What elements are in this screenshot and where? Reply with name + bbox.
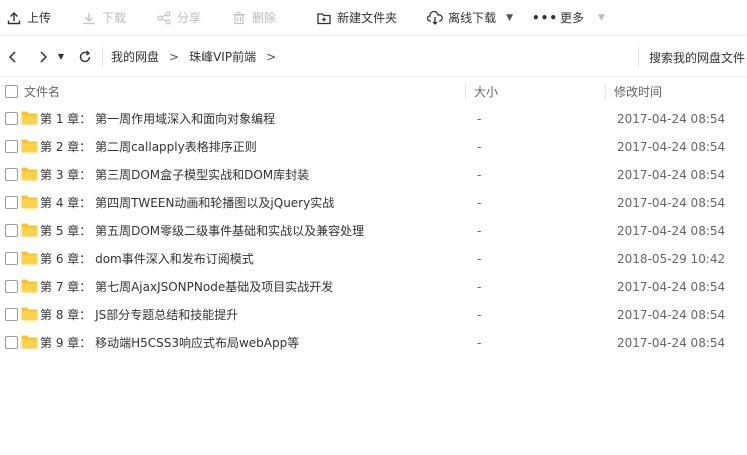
download-button[interactable]: 下载 <box>75 0 132 36</box>
file-name[interactable]: 第 4 章： 第四周TWEEN动画和轮播图以及jQuery实战 <box>40 189 334 217</box>
file-modified-time: 2017-04-24 08:54 <box>617 224 726 238</box>
folder-icon <box>21 279 38 293</box>
breadcrumb-arrow-icon: > <box>169 49 180 64</box>
file-modified-time: 2017-04-24 08:54 <box>617 112 726 126</box>
search-files-button[interactable]: 搜索我的网盘文件 <box>649 49 745 66</box>
file-modified-time: 2017-04-24 08:54 <box>617 336 726 350</box>
navigation-bar: ▼ 我的网盘 > 珠峰VIP前端 > 搜索我的网盘文件 <box>0 37 747 77</box>
share-icon <box>156 10 172 26</box>
file-modified-time: 2017-04-24 08:54 <box>617 140 726 154</box>
file-name[interactable]: 第 6 章： dom事件深入和发布订阅模式 <box>40 245 254 273</box>
file-name[interactable]: 第 1 章： 第一周作用域深入和面向对象编程 <box>40 105 275 133</box>
row-checkbox[interactable] <box>5 196 18 209</box>
more-label: 更多 <box>560 11 585 25</box>
column-divider[interactable] <box>605 84 606 99</box>
folder-icon <box>21 195 38 209</box>
share-label: 分享 <box>177 11 202 25</box>
more-button[interactable]: ••• 更多 ▼ <box>531 0 611 36</box>
trash-icon <box>231 10 247 26</box>
offline-download-label: 离线下载 <box>448 11 497 25</box>
file-size: - <box>477 252 482 266</box>
breadcrumb-root[interactable]: 我的网盘 <box>111 48 159 65</box>
history-dropdown-icon[interactable]: ▼ <box>54 46 68 68</box>
forward-icon[interactable] <box>32 46 54 68</box>
file-name[interactable]: 第 9 章： 移动端H5CSS3响应式布局webApp等 <box>40 329 299 357</box>
file-modified-time: 2017-04-24 08:54 <box>617 308 726 322</box>
back-icon[interactable] <box>2 46 24 68</box>
file-row[interactable]: 第 3 章： 第三周DOM盒子模型实战和DOM库封装 - 2017-04-24 08… <box>0 161 747 189</box>
column-name-header[interactable]: 文件名 <box>24 78 60 105</box>
row-checkbox[interactable] <box>5 168 18 181</box>
download-label: 下载 <box>102 11 127 25</box>
file-row[interactable]: 第 2 章： 第二周callapply表格排序正则 - 2017-04-24 08:… <box>0 133 747 161</box>
chevron-down-icon: ▼ <box>506 12 514 23</box>
delete-label: 删除 <box>252 11 277 25</box>
breadcrumb-current[interactable]: 珠峰VIP前端 <box>189 48 256 65</box>
share-button[interactable]: 分享 <box>150 0 207 36</box>
new-folder-button[interactable]: 新建文件夹 <box>310 0 403 36</box>
file-name[interactable]: 第 3 章： 第三周DOM盒子模型实战和DOM库封装 <box>40 161 309 189</box>
row-checkbox[interactable] <box>5 224 18 237</box>
file-row[interactable]: 第 4 章： 第四周TWEEN动画和轮播图以及jQuery实战 - 2017-04-… <box>0 189 747 217</box>
row-checkbox[interactable] <box>5 140 18 153</box>
file-name[interactable]: 第 8 章： JS部分专题总结和技能提升 <box>40 301 238 329</box>
chevron-down-icon: ▼ <box>598 12 605 23</box>
upload-label: 上传 <box>27 11 52 25</box>
cloud-download-icon <box>427 10 443 26</box>
file-size: - <box>477 112 482 126</box>
folder-icon <box>21 223 38 237</box>
file-row[interactable]: 第 9 章： 移动端H5CSS3响应式布局webApp等 - 2017-04-24 … <box>0 329 747 357</box>
file-size: - <box>477 140 482 154</box>
refresh-icon[interactable] <box>74 46 96 68</box>
row-checkbox[interactable] <box>5 336 18 349</box>
column-divider[interactable] <box>465 84 466 99</box>
column-modified-header[interactable]: 修改时间 <box>614 78 662 105</box>
new-folder-label: 新建文件夹 <box>337 11 398 25</box>
file-list-header: 文件名 大小 修改时间 <box>0 78 747 105</box>
folder-icon <box>21 111 38 125</box>
toolbar: 上传 下载 分享 删除 新建文件夹 离线下载 ▼ ••• 更多 ▼ <box>0 0 747 36</box>
row-checkbox[interactable] <box>5 280 18 293</box>
delete-button[interactable]: 删除 <box>225 0 282 36</box>
download-icon <box>81 10 97 26</box>
folder-icon <box>21 251 38 265</box>
folder-icon <box>21 139 38 153</box>
new-folder-icon <box>316 10 332 26</box>
offline-download-button[interactable]: 离线下载 ▼ <box>421 0 519 36</box>
file-row[interactable]: 第 1 章： 第一周作用域深入和面向对象编程 - 2017-04-24 08:54 <box>0 105 747 133</box>
file-modified-time: 2017-04-24 08:54 <box>617 280 726 294</box>
breadcrumb-arrow-icon[interactable]: > <box>266 50 276 64</box>
select-all-checkbox[interactable] <box>5 85 18 98</box>
file-size: - <box>477 168 482 182</box>
divider <box>637 47 639 67</box>
row-checkbox[interactable] <box>5 252 18 265</box>
file-size: - <box>477 336 482 350</box>
folder-icon <box>21 307 38 321</box>
file-modified-time: 2017-04-24 08:54 <box>617 168 726 182</box>
file-row[interactable]: 第 8 章： JS部分专题总结和技能提升 - 2017-04-24 08:54 <box>0 301 747 329</box>
folder-icon <box>21 335 38 349</box>
file-name[interactable]: 第 5 章： 第五周DOM零级二级事件基础和实战以及兼容处理 <box>40 217 364 245</box>
file-size: - <box>477 224 482 238</box>
file-size: - <box>477 280 482 294</box>
upload-icon <box>6 10 22 26</box>
file-row[interactable]: 第 7 章： 第七周AjaxJSONPNode基础及项目实战开发 - 2017-04… <box>0 273 747 301</box>
upload-button[interactable]: 上传 <box>0 0 57 36</box>
file-row[interactable]: 第 5 章： 第五周DOM零级二级事件基础和实战以及兼容处理 - 2017-04-2… <box>0 217 747 245</box>
row-checkbox[interactable] <box>5 308 18 321</box>
file-row[interactable]: 第 6 章： dom事件深入和发布订阅模式 - 2018-05-29 10:42 <box>0 245 747 273</box>
divider <box>102 46 103 67</box>
folder-icon <box>21 167 38 181</box>
file-modified-time: 2018-05-29 10:42 <box>617 252 726 266</box>
column-size-header[interactable]: 大小 <box>474 78 498 105</box>
row-checkbox[interactable] <box>5 112 18 125</box>
file-size: - <box>477 196 482 210</box>
file-name[interactable]: 第 2 章： 第二周callapply表格排序正则 <box>40 133 257 161</box>
file-modified-time: 2017-04-24 08:54 <box>617 196 726 210</box>
more-icon: ••• <box>532 10 559 25</box>
file-name[interactable]: 第 7 章： 第七周AjaxJSONPNode基础及项目实战开发 <box>40 273 333 301</box>
file-size: - <box>477 308 482 322</box>
